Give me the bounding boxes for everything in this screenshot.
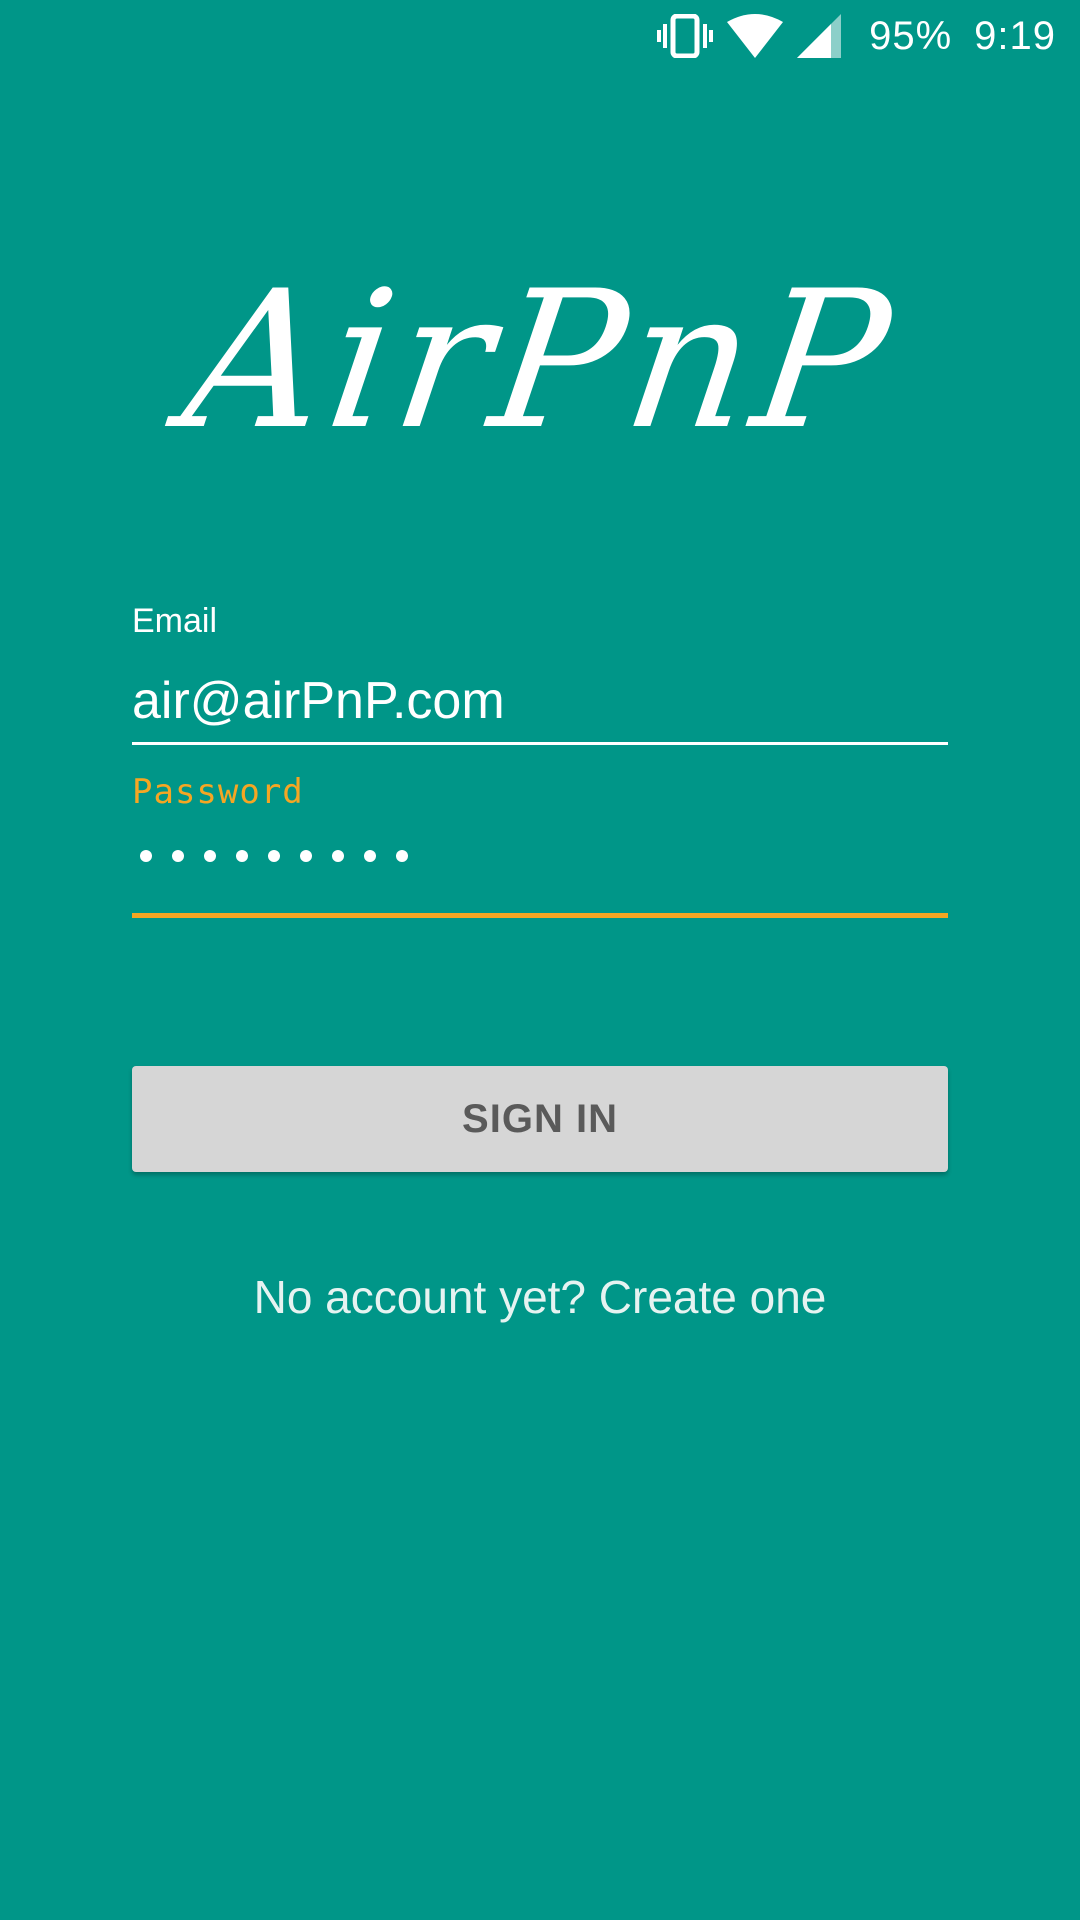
password-field: Password xyxy=(132,760,948,930)
password-mask-dot xyxy=(204,850,216,862)
password-mask-dot xyxy=(332,850,344,862)
login-screen: 95% 9:19 AirPnP Email Password SIGN IN N… xyxy=(0,0,1080,1920)
clock-time: 9:19 xyxy=(974,13,1056,58)
password-input[interactable] xyxy=(140,850,408,862)
vibrate-icon xyxy=(657,14,714,58)
email-underline xyxy=(132,742,948,745)
status-icons: 95% 9:19 xyxy=(657,10,1056,62)
email-field: Email xyxy=(132,590,948,750)
password-mask-dot xyxy=(364,850,376,862)
email-label: Email xyxy=(132,602,218,640)
password-mask-dot xyxy=(300,850,312,862)
cellular-signal-icon xyxy=(797,14,842,58)
sign-in-button[interactable]: SIGN IN xyxy=(132,1066,948,1172)
create-account-link[interactable]: No account yet? Create one xyxy=(0,1270,1080,1324)
password-mask-dot xyxy=(172,850,184,862)
email-input[interactable] xyxy=(132,670,948,732)
app-logo-text: AirPnP xyxy=(173,249,907,471)
password-mask-dot xyxy=(236,850,248,862)
battery-percentage: 95% xyxy=(869,13,953,58)
password-label: Password xyxy=(132,772,304,812)
wifi-icon xyxy=(727,14,784,58)
password-mask-dot xyxy=(140,850,152,862)
password-mask-dot xyxy=(268,850,280,862)
password-underline xyxy=(132,913,948,918)
password-mask-dot xyxy=(396,850,408,862)
status-bar: 95% 9:19 xyxy=(0,0,1080,75)
app-logo: AirPnP xyxy=(170,235,910,485)
